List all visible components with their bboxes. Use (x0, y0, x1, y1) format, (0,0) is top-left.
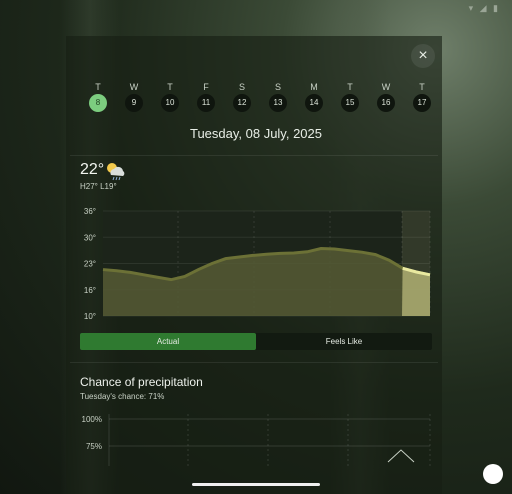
day-number: 14 (305, 94, 323, 112)
day-12[interactable]: S 12 (230, 80, 254, 112)
day-number: 13 (269, 94, 287, 112)
day-of-week-label: W (381, 82, 391, 92)
y-tick-label: 30° (84, 233, 96, 242)
y-tick-label: 10° (84, 312, 96, 321)
day-13[interactable]: S 13 (266, 80, 290, 112)
close-icon: × (418, 47, 428, 64)
floating-action-button[interactable] (483, 464, 503, 484)
day-16[interactable]: W 16 (374, 80, 398, 112)
precipitation-subtitle: Tuesday's chance: 71% (80, 392, 165, 401)
divider (70, 155, 438, 156)
day-number: 16 (377, 94, 395, 112)
date-title: Tuesday, 08 July, 2025 (189, 126, 322, 141)
day-number: 10 (161, 94, 179, 112)
home-indicator[interactable] (192, 483, 320, 486)
day-number: 8 (89, 94, 107, 112)
day-of-week-label: F (203, 82, 209, 92)
partly-cloudy-rain-icon (107, 163, 125, 181)
current-temperature: 22° (80, 161, 105, 178)
day-14[interactable]: M 14 (302, 80, 326, 112)
precipitation-line (387, 449, 415, 463)
day-of-week-label: T (167, 82, 173, 92)
actual-tab[interactable]: Actual (80, 333, 256, 350)
actual-feels-toggle: Actual Feels Like (80, 333, 432, 350)
precipitation-title: Chance of precipitation (80, 375, 203, 389)
close-button[interactable]: × (411, 44, 435, 68)
day-10[interactable]: T 10 (158, 80, 182, 112)
day-number: 15 (341, 94, 359, 112)
y-tick-label: 16° (84, 286, 96, 295)
day-of-week-label: S (274, 82, 281, 92)
day-of-week-label: T (95, 82, 101, 92)
y-tick-label: 36° (84, 207, 96, 216)
day-of-week-label: T (347, 82, 353, 92)
y-tick-label: 23° (84, 260, 96, 269)
high-low-temperature: H27° L19° (80, 182, 117, 191)
day-11[interactable]: F 11 (194, 80, 218, 112)
day-number: 17 (413, 94, 431, 112)
day-number: 9 (125, 94, 143, 112)
feels-like-tab[interactable]: Feels Like (256, 333, 432, 350)
day-9[interactable]: W9 (122, 80, 146, 112)
divider (70, 362, 438, 363)
day-15[interactable]: T 15 (338, 80, 362, 112)
temperature-chart: 36° 30° 23° 16° 10° (84, 207, 431, 321)
day-of-week-label: W (129, 82, 139, 92)
day-of-week-label: M (310, 82, 318, 92)
day-8[interactable]: T8 (86, 80, 110, 112)
day-number: 11 (197, 94, 215, 112)
precip-y-tick-label: 100% (82, 415, 102, 424)
day-selector: T 8 W 9 T 10 F 11 S 12 S 13 M 14 T 15 W 16 T 17 (80, 80, 440, 120)
day-number: 12 (233, 94, 251, 112)
precipitation-chart: 100% 75% (82, 414, 431, 466)
status-bar: ▾ ◢ ▮ (0, 0, 512, 16)
forecast-area (402, 268, 430, 316)
status-icons: ▾ ◢ ▮ (468, 3, 500, 13)
day-of-week-label: S (238, 82, 245, 92)
day-of-week-label: T (419, 82, 425, 92)
precip-y-tick-label: 75% (86, 442, 102, 451)
day-17[interactable]: T 17 (410, 80, 434, 112)
